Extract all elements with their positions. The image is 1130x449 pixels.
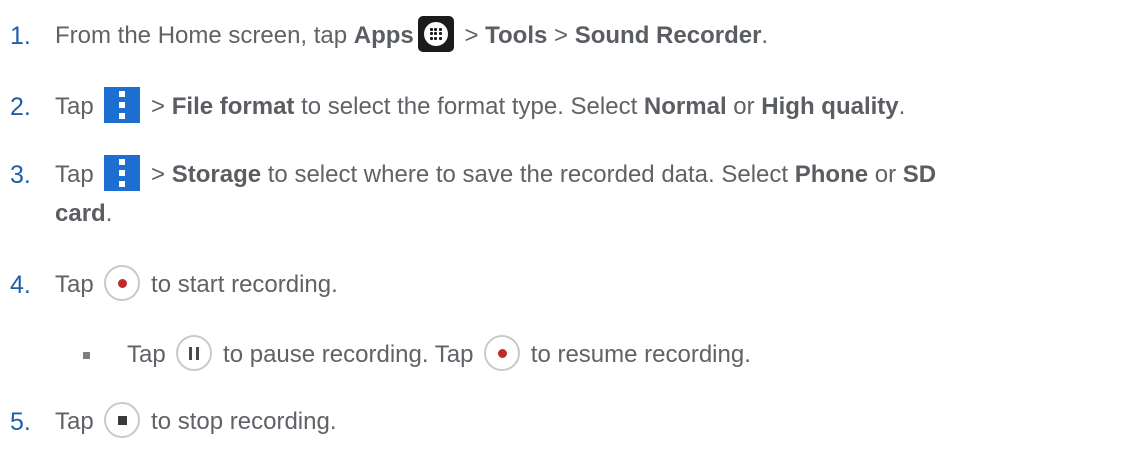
step-number: 2. (10, 93, 31, 121)
sd-label: SD (902, 161, 937, 188)
normal-label: Normal (643, 93, 727, 120)
step-3: 3. Tap > Storage to select where to save… (0, 154, 1130, 237)
step-text: Tap > Storage to select where to save th… (55, 154, 937, 194)
pause-icon (176, 334, 213, 371)
record-icon (484, 334, 521, 371)
step-text: Tap to start recording. (55, 264, 338, 304)
step-text: From the Home screen, tap Apps > Tools >… (55, 15, 768, 55)
tools-label: Tools (485, 22, 548, 49)
step-1: 1. From the Home screen, tap Apps > Tool… (0, 15, 1130, 55)
step-text: Tap to stop recording. (55, 401, 336, 441)
storage-label: Storage (171, 161, 262, 188)
record-icon (104, 264, 141, 301)
step-4: 4. Tap to start recording. (0, 264, 1130, 304)
step-text: Tap > File format to select the format t… (55, 86, 905, 126)
file-format-label: File format (171, 93, 295, 120)
step-number: 4. (10, 271, 31, 299)
apps-label: Apps (353, 22, 414, 49)
step-number: 3. (10, 161, 31, 189)
apps-icon (417, 15, 454, 52)
overflow-menu-icon (104, 154, 141, 191)
bullet-marker (83, 352, 90, 359)
substep-pause-resume: Tap to pause recording. Tap to resume re… (0, 334, 1130, 374)
step-5: 5. Tap to stop recording. (0, 401, 1130, 441)
substep-text: Tap to pause recording. Tap to resume re… (127, 334, 751, 374)
step-text-continuation: card. (55, 200, 113, 227)
high-quality-label: High quality (761, 93, 899, 120)
card-label: card (55, 200, 106, 227)
overflow-menu-icon (104, 86, 141, 123)
instruction-list: 1. From the Home screen, tap Apps > Tool… (0, 0, 1130, 449)
phone-label: Phone (794, 161, 869, 188)
stop-icon (104, 401, 141, 438)
sound-recorder-label: Sound Recorder (574, 22, 762, 49)
step-2: 2. Tap > File format to select the forma… (0, 86, 1130, 126)
step-number: 5. (10, 408, 31, 436)
step-number: 1. (10, 22, 31, 50)
